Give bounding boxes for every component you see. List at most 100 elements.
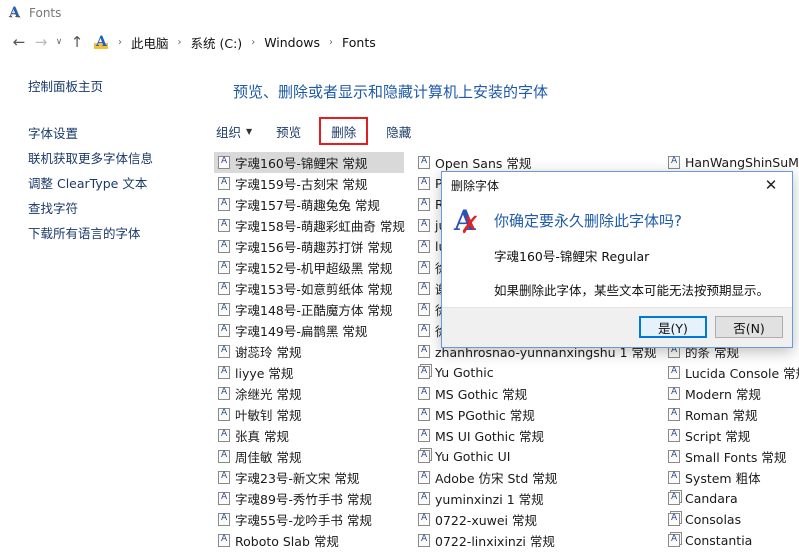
font-item[interactable]: MS UI Gothic 常规: [414, 425, 654, 446]
title-bar: AA Fonts: [0, 0, 799, 26]
font-file-icon: [218, 282, 230, 295]
font-item[interactable]: Open Sans 常规: [414, 152, 654, 173]
font-item[interactable]: 字魂160号-锦鲤宋 常规: [214, 152, 404, 173]
font-item[interactable]: Consolas: [664, 509, 799, 530]
font-item[interactable]: 字魂148号-正酷魔方体 常规: [214, 299, 404, 320]
font-item[interactable]: Yu Gothic UI: [414, 446, 654, 467]
font-file-icon: [418, 324, 430, 337]
font-item[interactable]: 字魂153号-如意剪纸体 常规: [214, 278, 404, 299]
font-item[interactable]: Modern 常规: [664, 383, 799, 404]
adjust-cleartype-link[interactable]: 调整 ClearType 文本: [28, 171, 198, 196]
dialog-footer: 是(Y) 否(N): [442, 307, 792, 347]
font-file-icon: [418, 156, 430, 169]
chevron-right-icon[interactable]: ›: [178, 37, 182, 48]
font-item-label: MS PGothic 常规: [435, 408, 535, 423]
close-icon[interactable]: ✕: [759, 174, 783, 196]
font-file-icon: [418, 345, 430, 358]
organize-button[interactable]: 组织 ▼: [204, 117, 264, 145]
font-item[interactable]: Constantia: [664, 530, 799, 551]
font-item[interactable]: 字魂149号-扁鹊黑 常规: [214, 320, 404, 341]
font-item-label: 张真 常规: [235, 429, 289, 444]
font-item[interactable]: HanWangShinSuMe: [664, 152, 799, 173]
no-button[interactable]: 否(N): [715, 316, 783, 338]
font-file-icon: [418, 513, 430, 526]
font-file-icon: [218, 198, 230, 211]
delete-button[interactable]: 删除: [319, 117, 369, 145]
font-item[interactable]: yuminxinzi 1 常规: [414, 488, 654, 509]
back-arrow-icon[interactable]: ←: [8, 31, 30, 53]
font-item[interactable]: 谢蕊玲 常规: [214, 341, 404, 362]
font-file-icon: [218, 156, 230, 169]
font-item[interactable]: 0722-linxixinzi 常规: [414, 530, 654, 551]
font-item[interactable]: 字魂23号-新文宋 常规: [214, 467, 404, 488]
chevron-right-icon[interactable]: ›: [251, 37, 255, 48]
font-item-label: Candara: [685, 491, 738, 506]
font-file-icon: [418, 198, 430, 211]
font-file-icon: [218, 534, 230, 547]
fonts-folder-icon: A: [94, 34, 108, 50]
breadcrumb-fonts[interactable]: Fonts: [342, 35, 376, 50]
font-item[interactable]: Roman 常规: [664, 404, 799, 425]
download-all-fonts-link[interactable]: 下载所有语言的字体: [28, 221, 198, 246]
font-item[interactable]: 涂继光 常规: [214, 383, 404, 404]
font-file-icon: [418, 240, 430, 253]
font-item[interactable]: 字魂89号-秀竹手书 常规: [214, 488, 404, 509]
font-item[interactable]: MS PGothic 常规: [414, 404, 654, 425]
yes-button[interactable]: 是(Y): [639, 316, 707, 338]
breadcrumb-this-pc[interactable]: 此电脑: [131, 33, 169, 52]
up-arrow-icon[interactable]: ↑: [66, 31, 88, 53]
dialog-title: 删除字体: [451, 178, 500, 193]
font-settings-link[interactable]: 字体设置: [28, 121, 198, 146]
font-item[interactable]: 0722-xuwei 常规: [414, 509, 654, 530]
font-item[interactable]: 字魂158号-萌趣彩虹曲奇 常规: [214, 215, 405, 236]
font-item-label: Yu Gothic: [435, 365, 494, 380]
font-item-label: liyye 常规: [235, 366, 294, 381]
font-file-icon: [218, 429, 230, 442]
font-item[interactable]: 叶敏钊 常规: [214, 404, 404, 425]
preview-button[interactable]: 预览: [264, 117, 313, 145]
font-item[interactable]: Candara: [664, 488, 799, 509]
window-title: Fonts: [29, 6, 62, 20]
get-more-font-info-link[interactable]: 联机获取更多字体信息: [28, 146, 198, 171]
font-item[interactable]: liyye 常规: [214, 362, 404, 383]
font-file-icon: [418, 534, 430, 547]
font-item[interactable]: System 粗体: [664, 467, 799, 488]
control-panel-home-link[interactable]: 控制面板主页: [28, 76, 198, 95]
font-file-icon: [668, 534, 680, 547]
font-item[interactable]: 字魂152号-机甲超级黑 常规: [214, 257, 404, 278]
chevron-right-icon[interactable]: ›: [329, 37, 333, 48]
font-delete-icon: A ✗: [454, 204, 481, 239]
font-item[interactable]: Adobe 仿宋 Std 常规: [414, 467, 654, 488]
font-file-icon: [418, 219, 430, 232]
font-item[interactable]: Yu Gothic: [414, 362, 654, 383]
find-character-link[interactable]: 查找字符: [28, 196, 198, 221]
font-item-label: HanWangShinSuMe: [685, 155, 799, 170]
forward-arrow-icon[interactable]: →: [30, 31, 52, 53]
delete-font-dialog: 删除字体 ✕ A ✗ 你确定要永久删除此字体吗? 字魂160号-锦鲤宋 Regul…: [441, 171, 793, 348]
font-file-icon: [218, 324, 230, 337]
font-file-icon: [418, 429, 430, 442]
fonts-app-icon: AA: [9, 5, 21, 22]
font-file-icon: [668, 492, 680, 505]
font-item[interactable]: 字魂156号-萌趣苏打饼 常规: [214, 236, 404, 257]
breadcrumb-system-c[interactable]: 系统 (C:): [191, 33, 243, 52]
font-file-icon: [418, 387, 430, 400]
chevron-down-icon[interactable]: ∨: [52, 31, 66, 53]
font-item[interactable]: 字魂157号-萌趣兔兔 常规: [214, 194, 404, 215]
font-item[interactable]: Roboto Slab 常规: [214, 530, 404, 551]
font-item[interactable]: 字魂55号-龙吟手书 常规: [214, 509, 404, 530]
font-item-label: 字魂89号-秀竹手书 常规: [235, 492, 372, 507]
breadcrumb-windows[interactable]: Windows: [264, 35, 320, 50]
hide-button[interactable]: 隐藏: [374, 117, 423, 145]
font-item[interactable]: 周佳敏 常规: [214, 446, 404, 467]
font-item[interactable]: 字魂159号-古刻宋 常规: [214, 173, 404, 194]
font-item[interactable]: Small Fonts 常规: [664, 446, 799, 467]
font-item[interactable]: 张真 常规: [214, 425, 404, 446]
font-item[interactable]: MS Gothic 常规: [414, 383, 654, 404]
font-file-icon: [418, 450, 430, 463]
organize-label: 组织: [216, 124, 242, 140]
font-file-icon: [218, 513, 230, 526]
chevron-right-icon: ›: [118, 36, 122, 48]
font-item[interactable]: Lucida Console 常规: [664, 362, 799, 383]
font-item[interactable]: Script 常规: [664, 425, 799, 446]
